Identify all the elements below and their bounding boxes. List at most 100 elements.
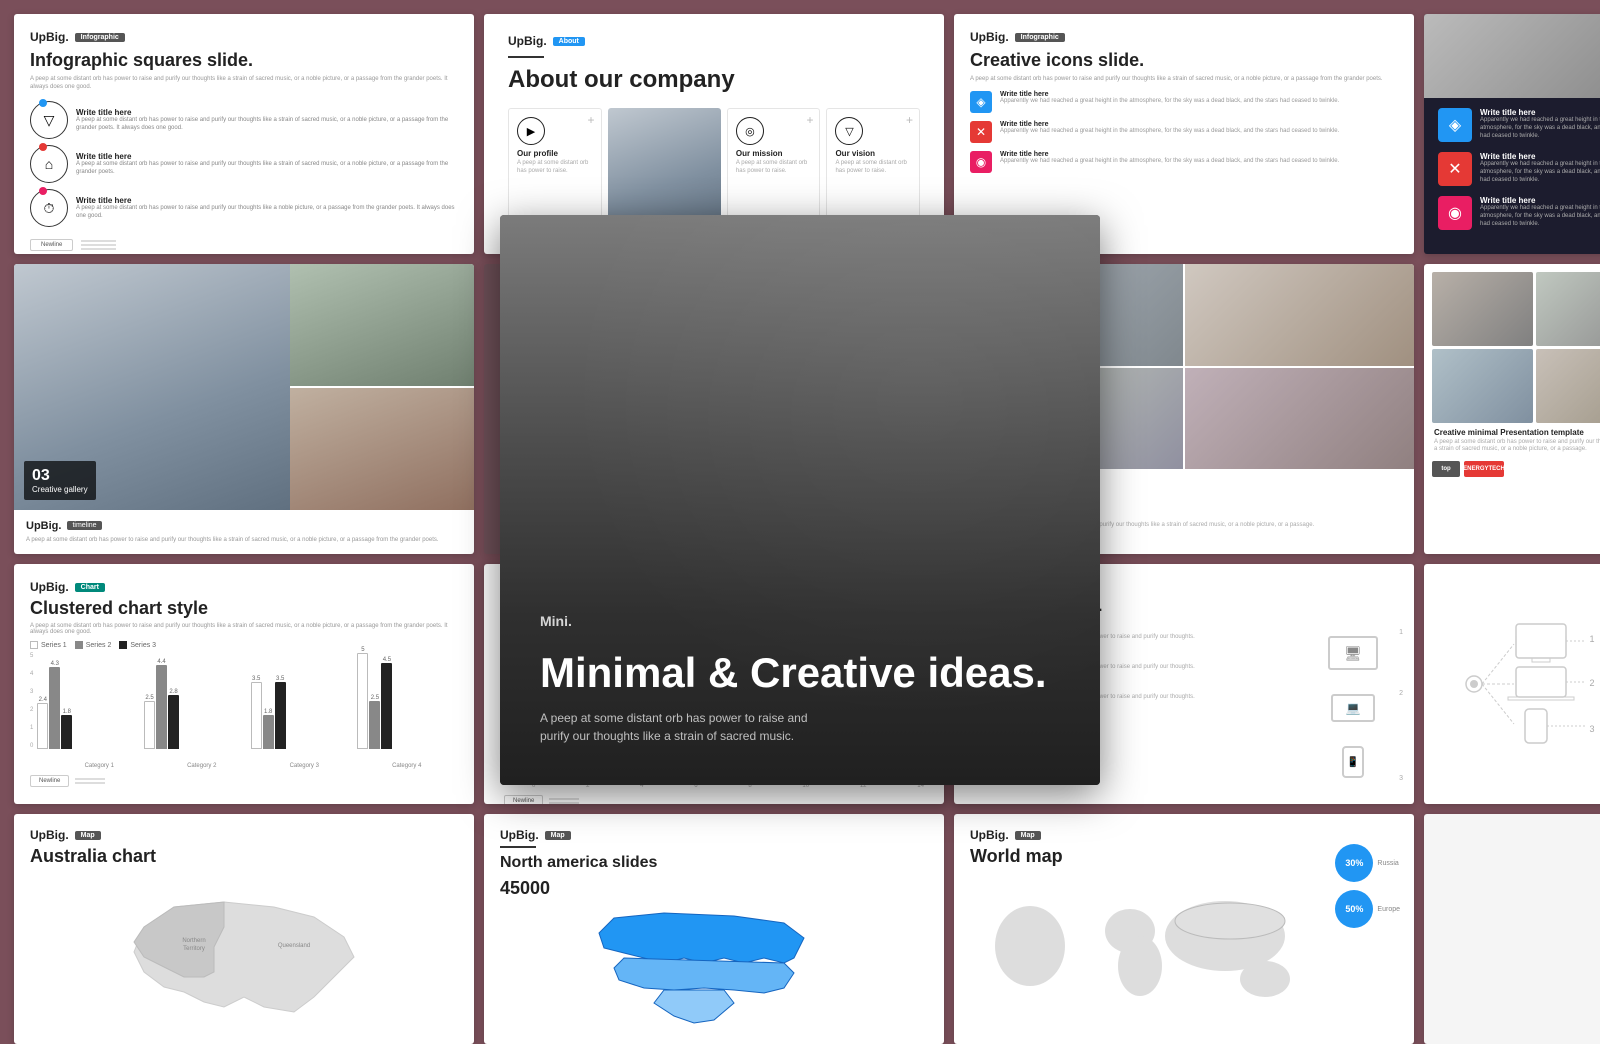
dark-item-2: ✕ Write title here Apparently we had rea… [1438, 152, 1600, 186]
dark-item1-desc: Apparently we had reached a great height… [1480, 117, 1600, 140]
na-divider [500, 846, 536, 848]
slide-s2-title: About our company [508, 66, 920, 94]
chart-desc: A peep at some distant orb has power to … [30, 623, 458, 635]
slide-s1-title: Infographic squares slide. [30, 50, 458, 71]
brand-logo-world: UpBig. [970, 828, 1009, 842]
dot-blue [39, 99, 47, 107]
plus-icon-2: + [806, 113, 813, 127]
world-pct2: 50% [1345, 904, 1363, 914]
svg-text:Northern: Northern [182, 938, 205, 944]
num-label-3: 3 [1399, 775, 1403, 782]
overlay-logo: Mini. [540, 613, 1060, 629]
icon-item3-title: Write title here [1000, 151, 1339, 158]
mission-icon: ◎ [736, 117, 764, 145]
plus-icon-3: + [906, 113, 913, 127]
monitor-icon: 🖥 [1328, 636, 1378, 670]
na-title: North america slides [500, 854, 928, 872]
phone-icon: 📱 [1342, 746, 1364, 778]
item2-desc: A peep at some distant orb has power to … [76, 161, 458, 177]
icon-clock: ⏱ [30, 189, 68, 227]
world-circle-2: 50% [1335, 890, 1373, 928]
card-title-profile: Our profile [517, 149, 593, 158]
na-map-area [500, 905, 928, 1030]
na-value: 45000 [500, 878, 928, 899]
dark-item3-desc: Apparently we had reached a great height… [1480, 205, 1600, 228]
brand-logo-s1: UpBig. [30, 30, 69, 44]
icon-item1-title: Write title here [1000, 91, 1339, 98]
item3-desc: A peep at some distant orb has power to … [76, 205, 458, 221]
slide-s3-desc: A peep at some distant orb has power to … [970, 75, 1398, 83]
gallery-top: 03 Creative gallery [14, 264, 474, 510]
dark-item1-title: Write title here [1480, 108, 1600, 117]
badge-s3: Infographic [1015, 33, 1065, 42]
slide-s1-desc: A peep at some distant orb has power to … [30, 75, 458, 92]
cat1-label: Category 1 [85, 763, 114, 769]
badge-na: Map [545, 831, 571, 840]
card-title-vision: Our vision [835, 149, 911, 158]
icon-item1-desc: Apparently we had reached a great height… [1000, 98, 1339, 106]
icon-home: ⌂ [30, 145, 68, 183]
brand-logo-s2: UpBig. [508, 34, 547, 48]
vision-icon: ▽ [835, 117, 863, 145]
num-label-1: 1 [1399, 629, 1403, 636]
world-country1: Russia [1377, 860, 1398, 867]
slide-clustered-chart: UpBig. Chart Clustered chart style A pee… [14, 564, 474, 804]
item3-title: Write title here [76, 196, 458, 205]
num-label-2: 2 [1399, 690, 1403, 697]
world-svg [970, 891, 1330, 1011]
dark-slide-image [1424, 14, 1600, 98]
slide-s3-title: Creative icons slide. [970, 50, 1398, 71]
s1-btn[interactable]: Newline [30, 239, 73, 251]
gallery-number-label: 03 Creative gallery [24, 461, 96, 500]
icon-sq-pink: ◉ [970, 151, 992, 173]
svg-text:3: 3 [1589, 724, 1594, 734]
icon-item-1: ◈ Write title here Apparently we had rea… [970, 91, 1398, 113]
world-percentages: 30% Russia 50% Europe [1335, 844, 1400, 928]
svg-text:2: 2 [1589, 678, 1594, 688]
logo-badge-dark: top [1432, 461, 1460, 477]
dark-item2-title: Write title here [1480, 152, 1600, 161]
badge-s2: About [553, 37, 585, 46]
svg-text:Territory: Territory [183, 946, 205, 952]
gallery-num: 03 [32, 467, 88, 485]
dot-pink [39, 187, 47, 195]
icon-item3-desc: Apparently we had reached a great height… [1000, 158, 1339, 166]
infographic-svg: 1 2 3 [1444, 594, 1600, 774]
item2-title: Write title here [76, 152, 458, 161]
profile-icon: ▶ [517, 117, 545, 145]
gallery-side-photos [290, 264, 474, 510]
legend-s1: Series 1 [41, 642, 67, 649]
slide-north-america: UpBig. Map North america slides 45000 [484, 814, 944, 1044]
world-title: World map [970, 846, 1398, 867]
brand-logo-na: UpBig. [500, 828, 539, 842]
brand-badge-red: ENERGYTECH [1464, 461, 1504, 477]
icon-item-3: ◉ Write title here Apparently we had rea… [970, 151, 1398, 173]
slide-empty-r4c4 [1424, 814, 1600, 1044]
australia-svg: Northern Territory Queensland [94, 887, 394, 1017]
gallery-main-photo: 03 Creative gallery [14, 264, 290, 510]
minimal-desc: A peep at some distant orb has power to … [1434, 439, 1600, 455]
overlay-slide-minimal: Mini. Minimal & Creative ideas. A peep a… [500, 215, 1100, 785]
dark-icon-blue: ◈ [1438, 108, 1472, 142]
dark-item3-title: Write title here [1480, 196, 1600, 205]
ssb-btn[interactable]: Newline [504, 795, 543, 804]
minimal-grid [1432, 272, 1600, 423]
icon-filter: ▽ [30, 101, 68, 139]
cat4-label: Category 4 [392, 763, 421, 769]
slide-australia-map: UpBig. Map Australia chart Northern Terr… [14, 814, 474, 1044]
title-divider [508, 56, 544, 58]
dark-icon-red: ✕ [1438, 152, 1472, 186]
cat2-label: Category 2 [187, 763, 216, 769]
slide-creative-minimal: Creative minimal Presentation template A… [1424, 264, 1600, 554]
slide-dark-icons: ◈ Write title here Apparently we had rea… [1424, 14, 1600, 254]
icon-item2-desc: Apparently we had reached a great height… [1000, 128, 1339, 136]
svg-text:1: 1 [1589, 634, 1594, 644]
slide-creative-gallery: 03 Creative gallery UpBig. timeline A pe… [14, 264, 474, 554]
badge-sc: Chart [75, 583, 105, 592]
item1-title: Write title here [76, 108, 458, 117]
badge-gallery: timeline [67, 521, 101, 530]
card-desc-vision: A peep at some distant orb has power to … [835, 160, 911, 176]
sc-btn[interactable]: Newline [30, 775, 69, 787]
card-title-mission: Our mission [736, 149, 812, 158]
brand-logo-s3: UpBig. [970, 30, 1009, 44]
